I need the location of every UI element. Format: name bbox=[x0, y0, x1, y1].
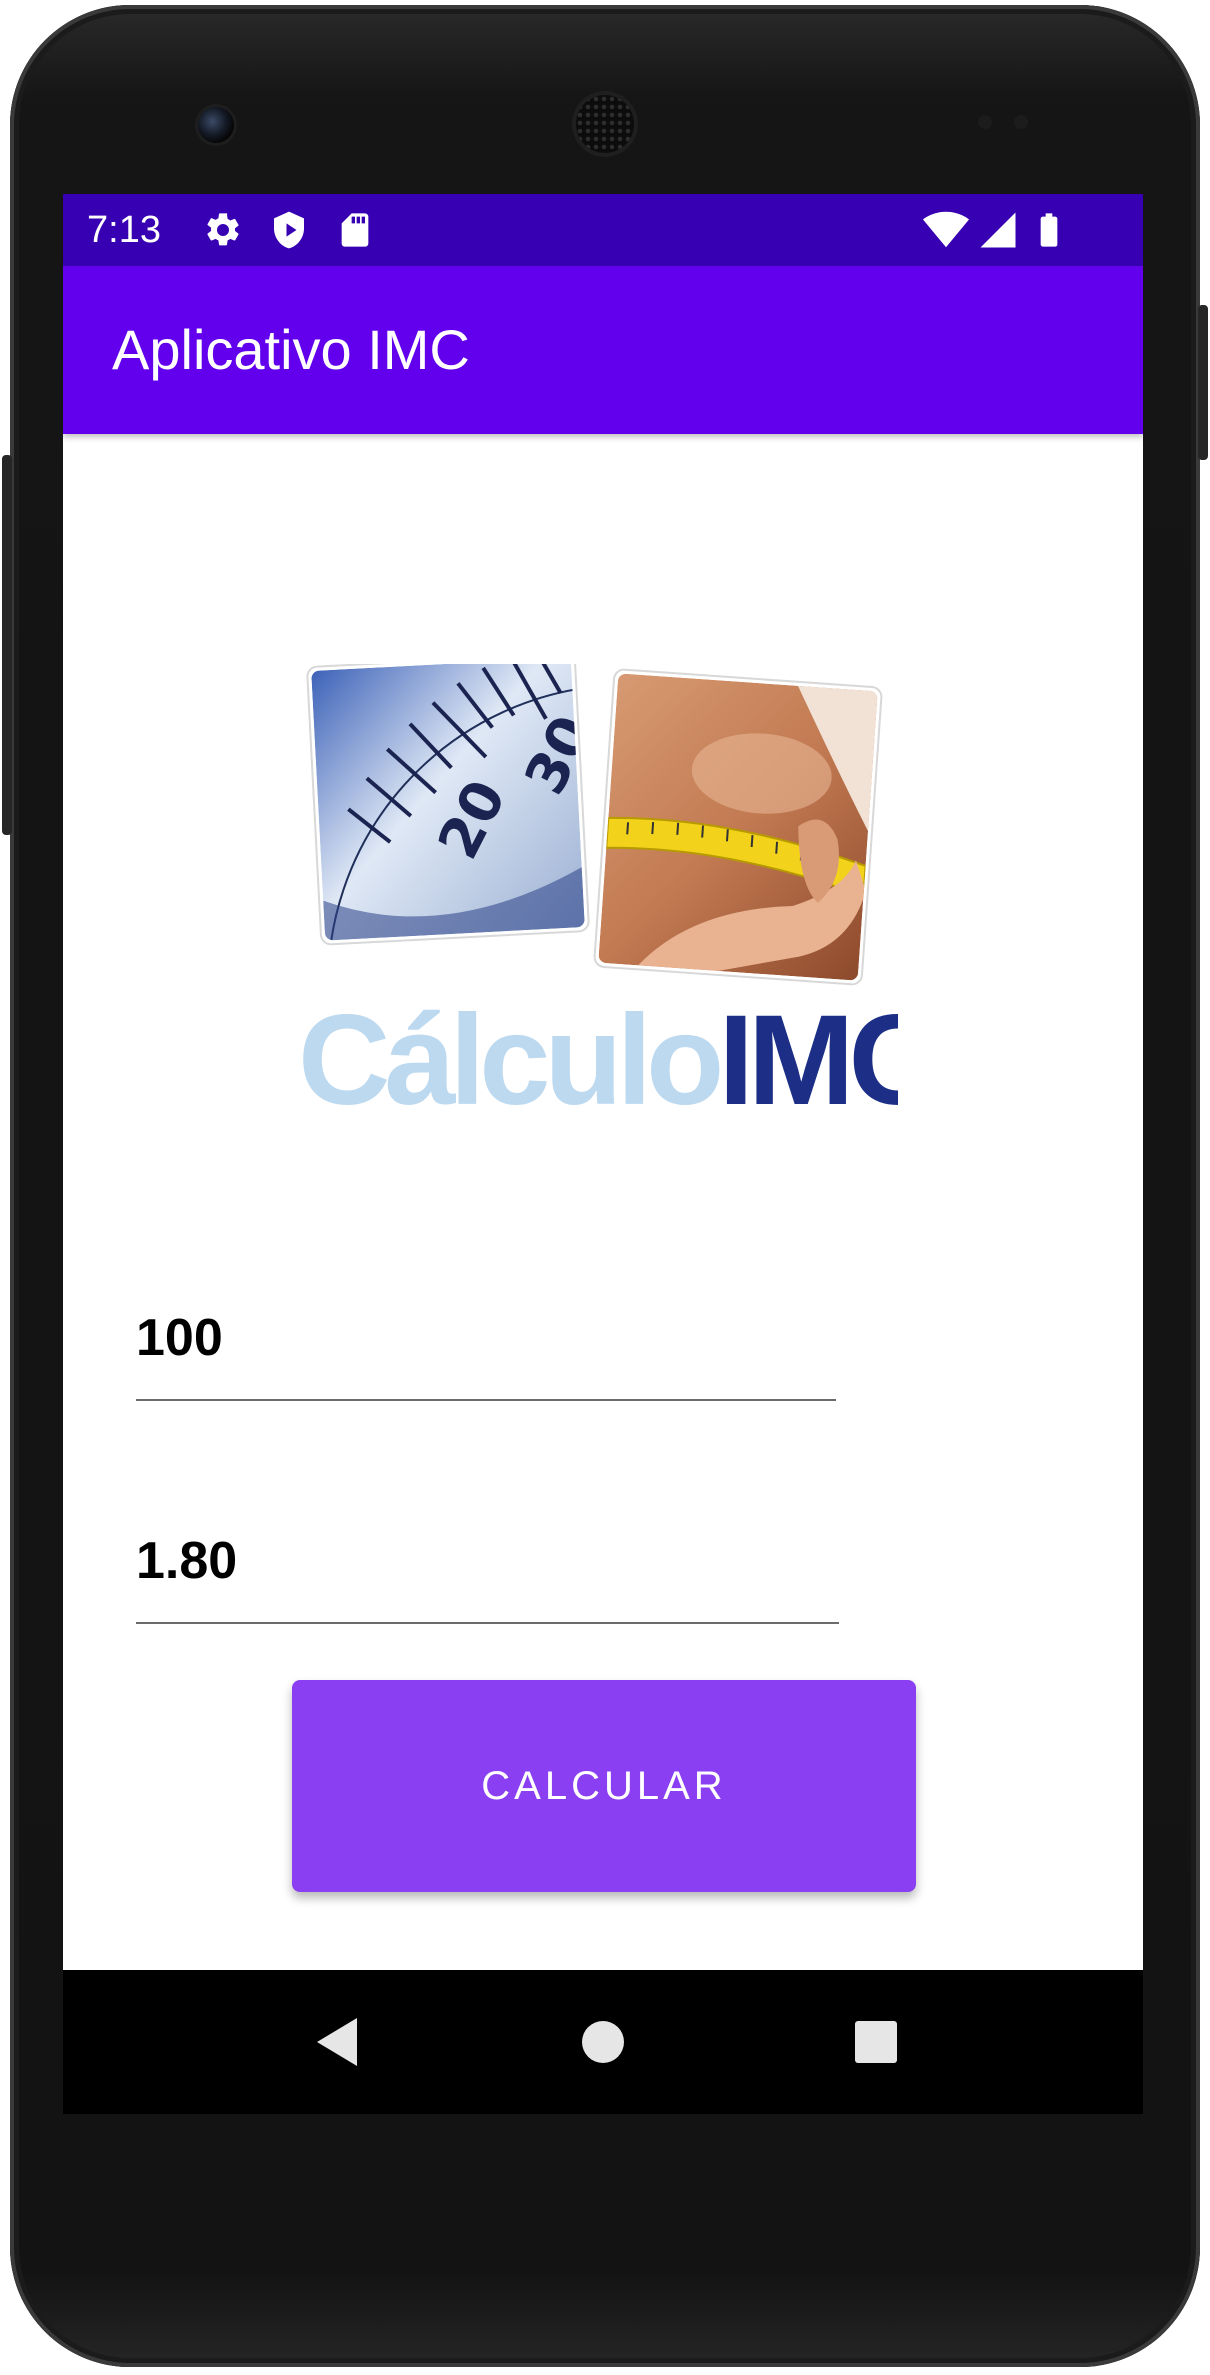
app-title: Aplicativo IMC bbox=[112, 318, 470, 381]
weight-input[interactable] bbox=[136, 1301, 836, 1401]
shield-icon bbox=[274, 211, 304, 249]
back-button[interactable] bbox=[300, 2006, 372, 2078]
navigation-bar bbox=[63, 1970, 1143, 2114]
proximity-sensor bbox=[978, 115, 992, 129]
calcular-button[interactable]: CALCULAR bbox=[292, 1680, 916, 1892]
tape-measure-photo bbox=[593, 668, 883, 986]
sd-card-icon bbox=[341, 213, 369, 247]
weight-field bbox=[136, 1291, 836, 1401]
battery-icon bbox=[1040, 213, 1058, 247]
logo-text-imc: IMC bbox=[718, 989, 898, 1124]
imc-logo-image: 20 30 CálculoIMC bbox=[298, 664, 898, 1124]
status-time: 7:13 bbox=[87, 209, 161, 251]
light-sensor bbox=[1014, 115, 1028, 129]
recents-button[interactable] bbox=[840, 2006, 912, 2078]
recents-icon bbox=[855, 2021, 897, 2063]
back-icon bbox=[317, 2018, 357, 2066]
home-button[interactable] bbox=[567, 2006, 639, 2078]
app-bar: Aplicativo IMC bbox=[63, 266, 1143, 434]
device-screen: 7:13 Aplicativo IMC 20 30 CálculoIMC 100… bbox=[63, 194, 1143, 2114]
height-field bbox=[136, 1514, 839, 1624]
volume-rocker bbox=[2, 455, 12, 835]
cell-signal-icon bbox=[980, 212, 1016, 248]
wifi-icon bbox=[923, 211, 969, 248]
front-camera bbox=[198, 107, 234, 143]
height-input[interactable] bbox=[136, 1524, 839, 1624]
status-bar: 7:13 bbox=[63, 194, 1143, 266]
power-button bbox=[1198, 305, 1208, 460]
logo-wordmark: CálculoIMC bbox=[298, 989, 898, 1124]
home-icon bbox=[582, 2021, 624, 2063]
earpiece-speaker bbox=[576, 95, 634, 153]
gear-icon bbox=[207, 213, 239, 246]
logo-text-calculo: Cálculo bbox=[298, 989, 720, 1124]
